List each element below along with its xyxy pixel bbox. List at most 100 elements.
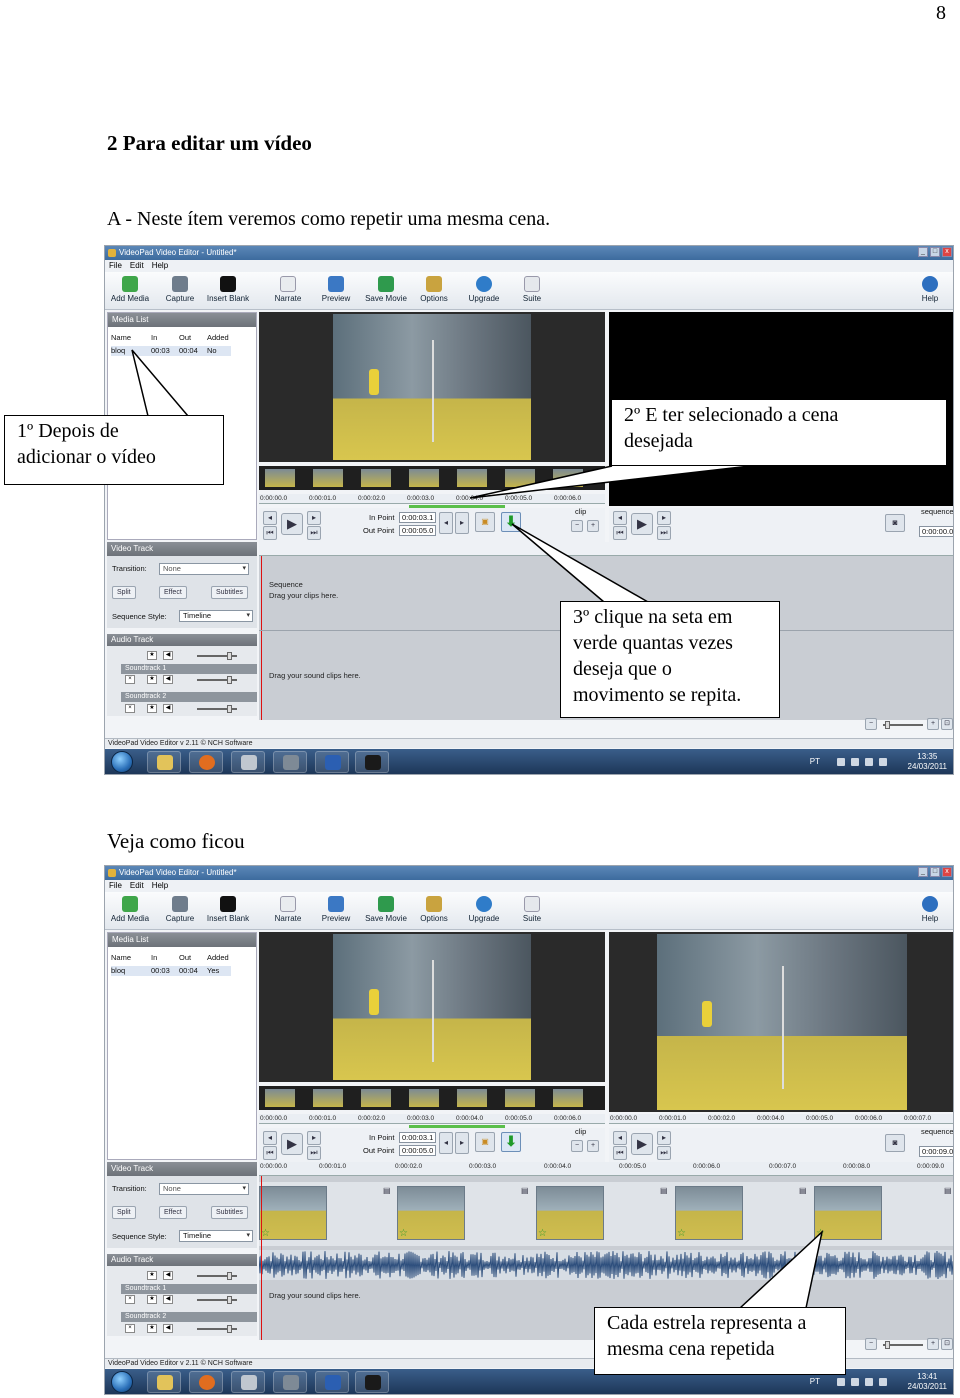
next-frame-button[interactable]: ▸ xyxy=(307,511,321,525)
star-icon[interactable]: ★ xyxy=(147,675,157,684)
sequence-style-select[interactable]: Timeline ▾ xyxy=(179,610,253,622)
play-clip-button[interactable]: ▶ xyxy=(281,1133,303,1155)
seq-go-end-button[interactable]: ⏭ xyxy=(657,1146,671,1160)
volume-slider[interactable] xyxy=(197,705,237,713)
set-in-button[interactable]: ◂ xyxy=(439,1132,453,1154)
timeline-zoom[interactable]: − + ⊡ xyxy=(865,718,953,732)
maximize-button[interactable]: □ xyxy=(930,867,940,877)
preview-button[interactable]: Preview xyxy=(313,276,359,303)
clip-ruler[interactable]: 0:00:00.0 0:00:01.0 0:00:02.0 0:00:03.0 … xyxy=(259,1114,605,1124)
volume-slider[interactable] xyxy=(197,1296,237,1304)
save-movie-button[interactable]: Save Movie xyxy=(363,896,409,923)
mute-icon[interactable]: × xyxy=(125,1324,135,1333)
previous-frame-button[interactable]: ◂ xyxy=(263,511,277,525)
tray-battery-icon[interactable] xyxy=(851,1378,859,1386)
tray-clock[interactable]: 13:35 24/03/2011 xyxy=(908,752,947,772)
maximize-button[interactable]: □ xyxy=(930,247,940,257)
playhead[interactable] xyxy=(261,556,262,720)
subtitles-button[interactable]: Subtitles xyxy=(211,1206,248,1219)
taskbar-app4[interactable] xyxy=(273,751,307,773)
minimize-button[interactable]: _ xyxy=(918,247,928,257)
tray-volume-icon[interactable] xyxy=(879,1378,887,1386)
col-added[interactable]: Added xyxy=(207,953,229,962)
help-button[interactable]: Help xyxy=(907,276,953,303)
tray-clock[interactable]: 13:41 24/03/2011 xyxy=(908,1372,947,1392)
tray-battery-icon[interactable] xyxy=(851,758,859,766)
mute-icon[interactable]: × xyxy=(125,1295,135,1304)
speaker-icon[interactable]: ◀ xyxy=(163,651,173,660)
taskbar-firefox[interactable] xyxy=(189,751,223,773)
insert-blank-button[interactable]: Insert Blank xyxy=(205,896,251,923)
sequence-tab[interactable]: sequence xyxy=(921,507,953,516)
taskbar-app3[interactable] xyxy=(231,751,265,773)
close-button[interactable]: x xyxy=(942,247,952,257)
clip-menu-icon[interactable]: ▤ xyxy=(383,1186,391,1195)
clip-thumbnail-strip[interactable] xyxy=(259,466,605,490)
suite-button[interactable]: Suite xyxy=(509,276,555,303)
insert-blank-button[interactable]: Insert Blank xyxy=(205,276,251,303)
zoom-fit-icon[interactable]: ⊡ xyxy=(941,718,953,730)
col-in[interactable]: In xyxy=(151,333,157,342)
seq-go-start-button[interactable]: ⏮ xyxy=(613,526,627,540)
timeline-ruler[interactable]: 0:00:00.0 0:00:01.0 0:00:02.0 0:00:03.0 … xyxy=(259,1162,953,1176)
green-down-arrow-button[interactable]: ⬇ xyxy=(501,512,521,532)
star-icon[interactable]: ★ xyxy=(147,651,157,660)
col-out[interactable]: Out xyxy=(179,333,191,342)
sequence-tab[interactable]: sequence xyxy=(921,1127,953,1136)
clip-tab[interactable]: clip xyxy=(575,1127,586,1136)
play-sequence-button[interactable]: ▶ xyxy=(631,513,653,535)
zoom-in-icon[interactable]: + xyxy=(587,520,599,532)
taskbar-word[interactable] xyxy=(315,1371,349,1393)
out-point-field[interactable]: 0:00:05.0 xyxy=(399,1145,437,1156)
video-track-lane[interactable]: ☆ ▤ ☆ ▤ ☆ ▤ ☆ ▤ ☆ ▤ xyxy=(259,1182,953,1246)
previous-frame-button[interactable]: ◂ xyxy=(263,1131,277,1145)
zoom-in-icon[interactable]: + xyxy=(927,1338,939,1350)
next-frame-button[interactable]: ▸ xyxy=(307,1131,321,1145)
narrate-button[interactable]: Narrate xyxy=(265,276,311,303)
tray-flag-icon[interactable] xyxy=(837,1378,845,1386)
tray-flag-icon[interactable] xyxy=(837,758,845,766)
clip-menu-icon[interactable]: ▤ xyxy=(799,1186,807,1195)
out-point-field[interactable]: 0:00:05.0 xyxy=(399,525,437,536)
taskbar-videopad[interactable] xyxy=(355,751,389,773)
volume-slider[interactable] xyxy=(197,652,237,660)
media-list-row[interactable]: bloq 00:03 00:04 Yes xyxy=(111,966,231,976)
menu-edit[interactable]: Edit xyxy=(130,260,144,272)
volume-slider[interactable] xyxy=(197,1325,237,1333)
timeline-zoom[interactable]: − + ⊡ xyxy=(865,1338,953,1352)
zoom-slider[interactable] xyxy=(883,721,923,729)
clip-menu-icon[interactable]: ▤ xyxy=(660,1186,668,1195)
star-icon[interactable]: ★ xyxy=(147,1271,157,1280)
taskbar-word[interactable] xyxy=(315,751,349,773)
play-clip-button[interactable]: ▶ xyxy=(281,513,303,535)
speaker-icon[interactable]: ◀ xyxy=(163,675,173,684)
sequence-style-select[interactable]: Timeline ▾ xyxy=(179,1230,253,1242)
zoom-out-icon[interactable]: − xyxy=(571,1140,583,1152)
zoom-out-icon[interactable]: − xyxy=(865,1338,877,1350)
col-in[interactable]: In xyxy=(151,953,157,962)
effect-button[interactable]: Effect xyxy=(159,1206,187,1219)
clip-menu-icon[interactable]: ▤ xyxy=(944,1186,952,1195)
mute-icon[interactable]: × xyxy=(125,704,135,713)
menu-edit[interactable]: Edit xyxy=(130,880,144,892)
upgrade-button[interactable]: Upgrade xyxy=(461,896,507,923)
suite-button[interactable]: Suite xyxy=(509,896,555,923)
minimize-button[interactable]: _ xyxy=(918,867,928,877)
seq-next-frame-button[interactable]: ▸ xyxy=(657,1131,671,1145)
preview-button[interactable]: Preview xyxy=(313,896,359,923)
zoom-fit-icon[interactable]: ⊡ xyxy=(941,1338,953,1350)
taskbar-explorer[interactable] xyxy=(147,751,181,773)
media-list-row[interactable]: bloq 00:03 00:04 No xyxy=(111,346,231,356)
add-media-button[interactable]: Add Media xyxy=(107,896,153,923)
tray-language[interactable]: PT xyxy=(810,1377,820,1386)
volume-slider[interactable] xyxy=(197,676,237,684)
go-end-button[interactable]: ⏭ xyxy=(307,1146,321,1160)
taskbar-videopad[interactable] xyxy=(355,1371,389,1393)
snapshot-camera-icon[interactable]: ◙ xyxy=(885,514,905,532)
set-in-button[interactable]: ◂ xyxy=(439,512,453,534)
play-sequence-button[interactable]: ▶ xyxy=(631,1133,653,1155)
audio-waveform-lane[interactable] xyxy=(259,1250,953,1280)
in-point-field[interactable]: 0:00:03.1 xyxy=(399,1132,437,1143)
menu-help[interactable]: Help xyxy=(152,880,168,892)
effect-button[interactable]: Effect xyxy=(159,586,187,599)
